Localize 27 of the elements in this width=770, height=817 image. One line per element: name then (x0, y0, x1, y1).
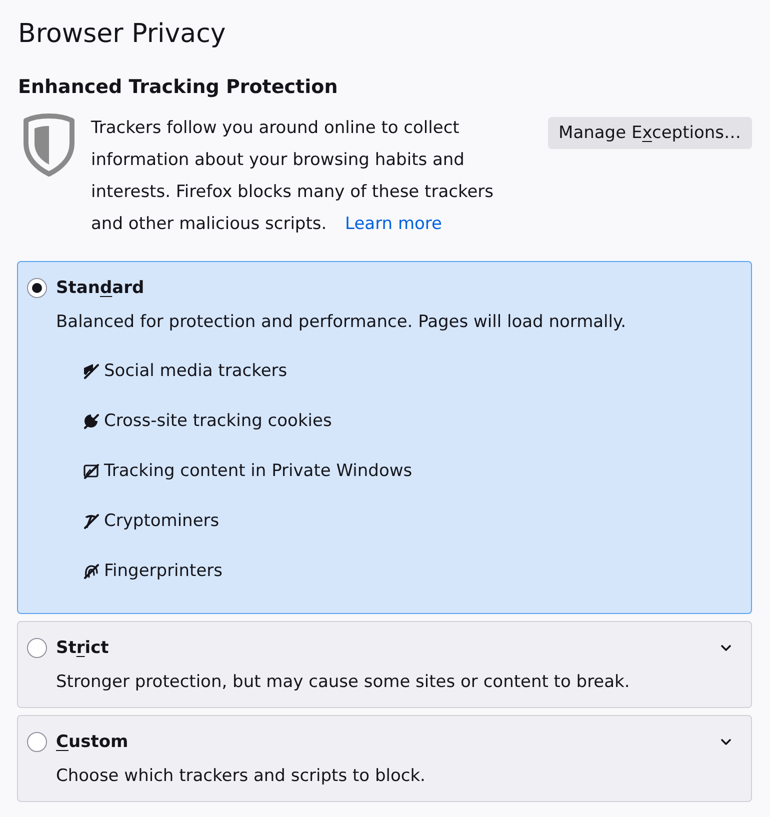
description-text: Trackers follow you around online to collect information about your browsing habits and interests. Firefox blocks many of these trackers and other malicious scripts. Learn more (91, 117, 495, 236)
option-description: Balanced for protection and performance. Pages will load normally. (56, 311, 628, 333)
slashed-cookie-icon (83, 413, 99, 429)
option-title: Standard (56, 277, 144, 300)
feature-label: Tracking content in Private Windows (104, 460, 412, 483)
feature-label: Fingerprinters (104, 560, 223, 583)
manage-exceptions-button[interactable]: Manage Exceptions… (548, 117, 752, 149)
section-heading: Enhanced Tracking Protection (18, 75, 339, 100)
radio-button[interactable] (27, 638, 47, 658)
slashed-image-icon (83, 463, 99, 479)
feature-label: Cryptominers (104, 510, 220, 533)
chevron-down-icon[interactable] (721, 739, 731, 745)
slashed-fingerprint-icon (83, 563, 99, 579)
page-title: Browser Privacy (18, 18, 227, 51)
chevron-down-icon[interactable] (721, 645, 731, 651)
shield-icon (22, 113, 76, 177)
feature-label: Social media trackers (104, 360, 288, 383)
learn-more-link[interactable]: Learn more (345, 214, 442, 234)
slashed-megaphone-icon (83, 363, 99, 379)
option-description: Stronger protection, but may cause some sites or content to break. (56, 671, 631, 693)
option-title: Custom (56, 731, 128, 754)
slashed-pickaxe-icon (83, 513, 99, 529)
radio-button[interactable] (27, 278, 47, 298)
option-description: Choose which trackers and scripts to block. (56, 765, 426, 787)
feature-label: Cross-site tracking cookies (104, 410, 332, 433)
radio-button[interactable] (27, 732, 47, 752)
option-title: Strict (56, 637, 109, 660)
